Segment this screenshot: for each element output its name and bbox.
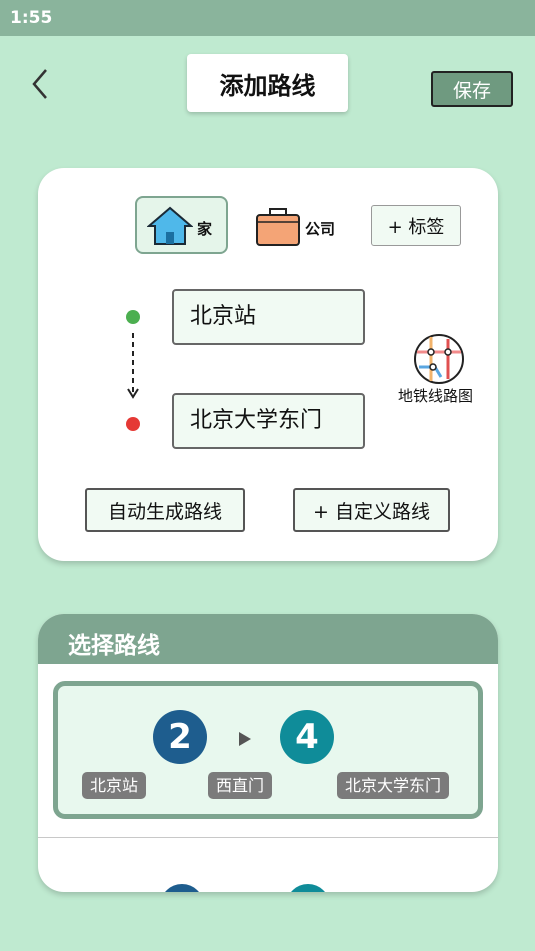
status-time: 1:55 <box>10 8 53 28</box>
line-2-badge: 2 <box>153 710 207 764</box>
tag-home-label: 家 <box>197 220 213 238</box>
metro-map-icon <box>414 334 464 384</box>
end-station-field[interactable]: 北京大学东门 <box>172 393 365 449</box>
chevron-left-icon <box>32 69 47 99</box>
route-connector-arrow <box>127 333 139 399</box>
station-chip-transfer: 西直门 <box>208 772 273 799</box>
metro-map-button[interactable]: 地铁线路图 <box>395 333 485 405</box>
route-selection-header: 选择路线 <box>38 614 498 664</box>
back-button[interactable] <box>26 64 56 104</box>
status-bar: 1:55 <box>0 0 535 36</box>
start-station-field[interactable]: 北京站 <box>172 289 365 345</box>
route-divider <box>38 837 498 838</box>
metro-map-label: 地铁线路图 <box>398 387 474 405</box>
briefcase-icon <box>256 208 300 246</box>
start-dot <box>126 310 140 324</box>
tag-company-label: 公司 <box>305 220 336 238</box>
custom-route-button[interactable]: + 自定义路线 <box>293 488 450 532</box>
tag-company[interactable]: 公司 <box>256 208 366 248</box>
tag-home[interactable]: 家 <box>135 196 228 254</box>
station-chip-destination: 北京大学东门 <box>337 772 450 799</box>
route-editor-card: 家 公司 + 标签 北京站 北京大学东门 地铁线路图 自动生成路线 + 自定义路… <box>38 168 498 561</box>
auto-generate-route-button[interactable]: 自动生成路线 <box>85 488 245 532</box>
route-option[interactable]: 2 4 北京站 西直门 北京大学东门 <box>53 681 483 819</box>
house-icon <box>147 206 193 245</box>
end-dot <box>126 417 140 431</box>
add-tag-button[interactable]: + 标签 <box>371 205 461 246</box>
save-button[interactable]: 保存 <box>431 71 513 107</box>
line-4-badge: 4 <box>280 710 334 764</box>
page-title: 添加路线 <box>187 54 348 112</box>
route-selection-title: 选择路线 <box>68 633 160 659</box>
transfer-arrow-icon <box>239 732 251 746</box>
next-route-line-badge <box>160 884 204 892</box>
next-route-line-badge <box>286 884 330 892</box>
route-selection-card: 选择路线 2 4 北京站 西直门 北京大学东门 <box>38 614 498 892</box>
station-chip-origin: 北京站 <box>82 772 147 799</box>
